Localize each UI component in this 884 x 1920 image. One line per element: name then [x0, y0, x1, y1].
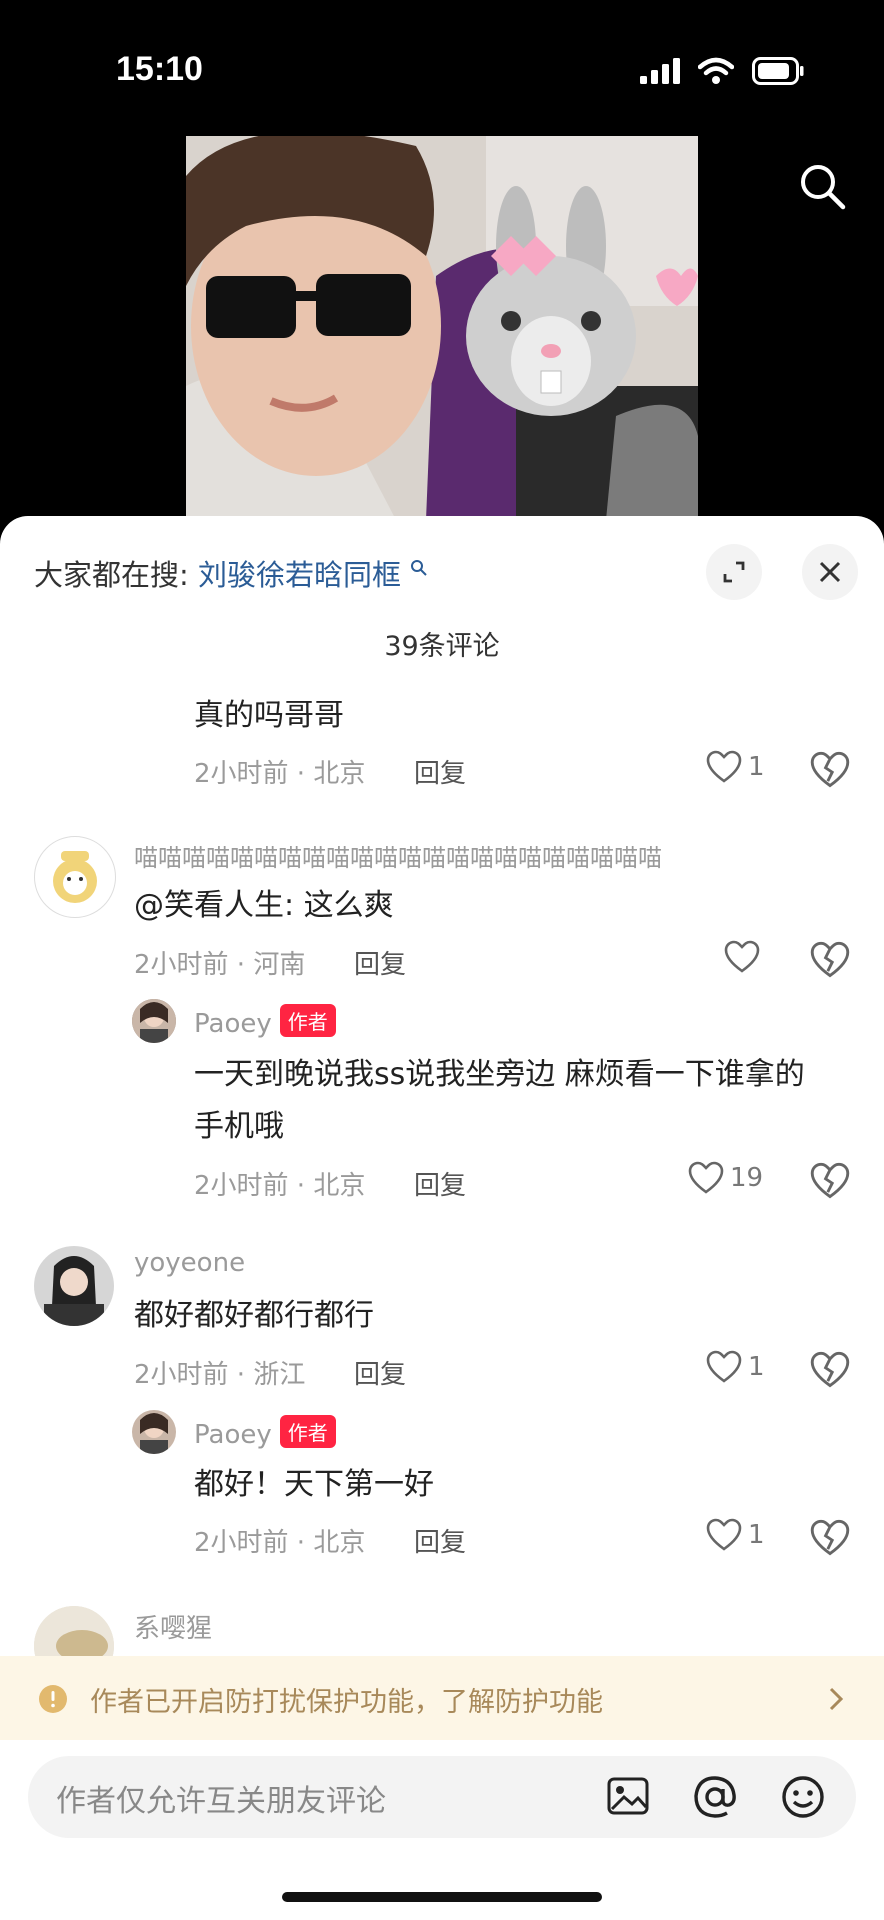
- username[interactable]: yoyeone: [134, 1248, 245, 1278]
- dislike-icon[interactable]: [810, 1161, 850, 1201]
- username[interactable]: Paoey 作者: [194, 1004, 336, 1039]
- reply-button[interactable]: 回复: [354, 1354, 406, 1391]
- warning-icon: [39, 1685, 67, 1713]
- reply-button[interactable]: 回复: [414, 1165, 466, 1202]
- close-icon: [819, 561, 841, 583]
- reply-button[interactable]: 回复: [354, 944, 406, 981]
- status-icons: [640, 54, 804, 88]
- image-icon[interactable]: [606, 1774, 650, 1818]
- trending-search[interactable]: 大家都在搜: 刘骏徐若晗同框: [34, 552, 428, 594]
- trending-query[interactable]: 刘骏徐若晗同框: [198, 558, 401, 592]
- like-button[interactable]: 1: [706, 1350, 765, 1384]
- status-time: 15:10: [116, 50, 203, 88]
- home-indicator: [282, 1892, 602, 1902]
- author-badge: 作者: [279, 1415, 336, 1448]
- expand-button[interactable]: [706, 544, 762, 600]
- dislike-icon[interactable]: [810, 940, 850, 980]
- comment-text: 都好！天下第一好: [194, 1467, 434, 1502]
- comment-meta: 2小时前 · 北京: [194, 1171, 366, 1201]
- comment-count: 39条评论: [384, 631, 500, 662]
- avatar[interactable]: [132, 1410, 176, 1454]
- comment-meta: 2小时前 · 北京: [194, 759, 366, 789]
- close-button[interactable]: [802, 544, 858, 600]
- heart-icon: [724, 940, 760, 973]
- comment-meta: 2小时前 · 北京: [194, 1528, 366, 1558]
- comment-text-line1: 一天到晚说我ss说我坐旁边 麻烦看一下谁拿的: [194, 1057, 805, 1092]
- dislike-icon[interactable]: [810, 1518, 850, 1558]
- avatar[interactable]: [34, 836, 116, 918]
- comment-meta: 2小时前 · 河南: [134, 950, 306, 980]
- reply-button[interactable]: 回复: [414, 753, 466, 790]
- reply-button[interactable]: 回复: [414, 1522, 466, 1559]
- like-button[interactable]: 1: [706, 750, 765, 784]
- dislike-icon[interactable]: [810, 1350, 850, 1390]
- heart-icon: [706, 1350, 742, 1383]
- username-text: Paoey: [194, 1009, 272, 1039]
- comment-text-line2: 手机哦: [194, 1109, 284, 1144]
- expand-icon: [723, 561, 745, 583]
- username[interactable]: 喵喵喵喵喵喵喵喵喵喵喵喵喵喵喵喵喵喵喵喵喵喵: [134, 838, 662, 873]
- wifi-icon: [698, 57, 734, 84]
- heart-icon: [706, 750, 742, 783]
- search-small-icon: [411, 560, 427, 576]
- heart-icon: [706, 1518, 742, 1551]
- username-text: Paoey: [194, 1420, 272, 1450]
- chevron-right-icon[interactable]: [826, 1684, 846, 1714]
- like-button[interactable]: 19: [688, 1161, 763, 1195]
- search-icon[interactable]: [796, 160, 848, 212]
- comment-text: @笑看人生: 这么爽: [134, 888, 394, 923]
- like-count: 1: [748, 1352, 765, 1382]
- emoji-icon[interactable]: [780, 1774, 826, 1820]
- comment-meta: 2小时前 · 浙江: [134, 1360, 306, 1390]
- signal-icon: [640, 58, 680, 84]
- like-button[interactable]: 1: [706, 1518, 765, 1552]
- input-placeholder: 作者仅允许互关朋友评论: [56, 1784, 386, 1819]
- username[interactable]: 系嘤猩: [134, 1608, 212, 1645]
- like-count: 19: [730, 1163, 764, 1193]
- like-count: 1: [748, 752, 765, 782]
- author-badge: 作者: [279, 1004, 336, 1037]
- like-count: 1: [748, 1520, 765, 1550]
- comment-text: 真的吗哥哥: [194, 698, 344, 733]
- avatar[interactable]: [132, 999, 176, 1043]
- avatar[interactable]: [34, 1246, 114, 1326]
- battery-icon: [752, 57, 804, 85]
- trending-label: 大家都在搜:: [34, 558, 189, 592]
- dislike-icon[interactable]: [810, 750, 850, 790]
- comment-text: 都好都好都行都行: [134, 1298, 374, 1333]
- like-button[interactable]: [724, 940, 760, 974]
- post-photo: [186, 136, 698, 520]
- username[interactable]: Paoey 作者: [194, 1415, 336, 1450]
- mention-icon[interactable]: [692, 1774, 738, 1820]
- heart-icon: [688, 1161, 724, 1194]
- notice-text: 作者已开启防打扰保护功能，了解防护功能: [90, 1687, 603, 1718]
